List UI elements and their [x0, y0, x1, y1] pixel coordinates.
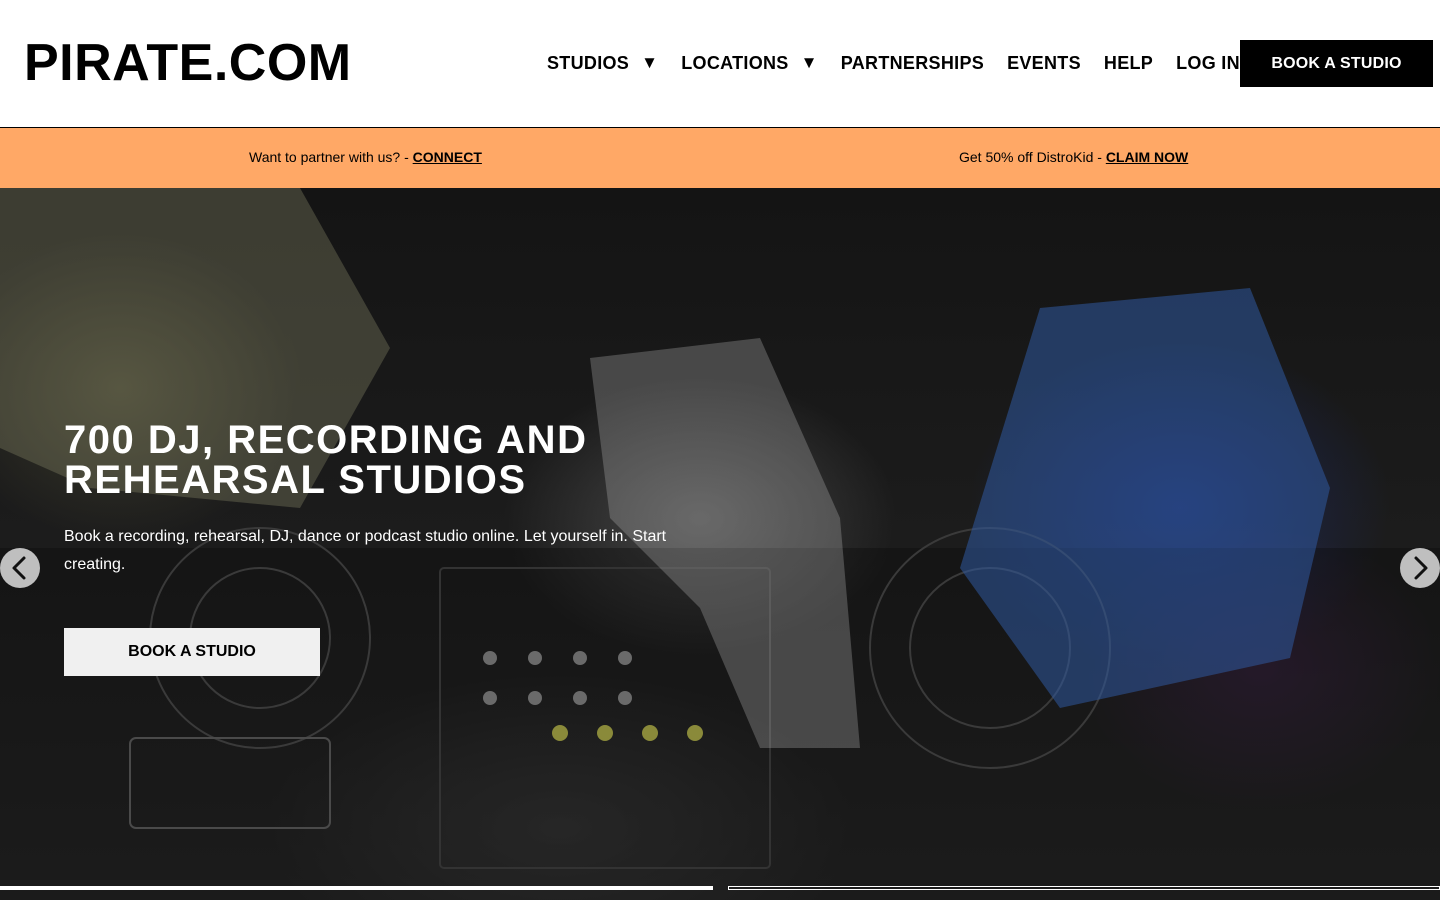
site-logo[interactable]: PIRATE.COM [24, 33, 352, 93]
main-nav: STUDIOS ▼ LOCATIONS ▼ PARTNERSHIPS EVENT… [547, 50, 1263, 76]
nav-help-label: HELP [1103, 52, 1154, 73]
carousel-prev-button[interactable] [0, 548, 40, 588]
book-studio-button[interactable]: BOOK A STUDIO [1240, 40, 1433, 87]
chevron-down-icon: ▼ [800, 53, 818, 72]
nav-events[interactable]: EVENTS [1007, 53, 1081, 74]
nav-log-in-label: LOG IN [1176, 52, 1240, 73]
slide-indicator-2[interactable] [728, 886, 1440, 890]
distrokid-promo-text: Get 50% off DistroKid - [959, 149, 1106, 165]
hero-carousel: 700 DJ, RECORDING AND REHEARSAL STUDIOS … [0, 188, 1440, 900]
nav-locations-label: LOCATIONS [681, 52, 789, 73]
connect-link[interactable]: CONNECT [413, 149, 482, 165]
nav-locations[interactable]: LOCATIONS ▼ [681, 53, 818, 74]
chevron-left-icon [12, 556, 26, 580]
distrokid-promo: Get 50% off DistroKid - CLAIM NOW [959, 149, 1188, 165]
promo-bar: Want to partner with us? - CONNECT Get 5… [0, 128, 1440, 188]
site-header: PIRATE.COM STUDIOS ▼ LOCATIONS ▼ PARTNER… [0, 0, 1440, 128]
claim-now-link[interactable]: CLAIM NOW [1106, 149, 1188, 165]
chevron-down-icon: ▼ [641, 53, 659, 72]
nav-partnerships[interactable]: PARTNERSHIPS [841, 53, 984, 74]
hero-book-studio-button[interactable]: BOOK A STUDIO [64, 628, 320, 676]
partner-promo-text: Want to partner with us? - [249, 149, 413, 165]
nav-studios-label: STUDIOS [547, 52, 630, 73]
nav-help[interactable]: HELP [1104, 53, 1153, 74]
carousel-next-button[interactable] [1400, 548, 1440, 588]
nav-log-in[interactable]: LOG IN [1176, 53, 1240, 74]
nav-events-label: EVENTS [1007, 52, 1081, 73]
chevron-right-icon [1414, 556, 1428, 580]
partner-promo: Want to partner with us? - CONNECT [249, 149, 482, 165]
hero-subtitle: Book a recording, rehearsal, DJ, dance o… [64, 528, 667, 573]
nav-studios[interactable]: STUDIOS ▼ [547, 53, 658, 74]
nav-partnerships-label: PARTNERSHIPS [840, 52, 985, 73]
slide-indicator-1[interactable] [0, 886, 713, 890]
hero-title: 700 DJ, RECORDING AND REHEARSAL STUDIOS [64, 418, 588, 502]
